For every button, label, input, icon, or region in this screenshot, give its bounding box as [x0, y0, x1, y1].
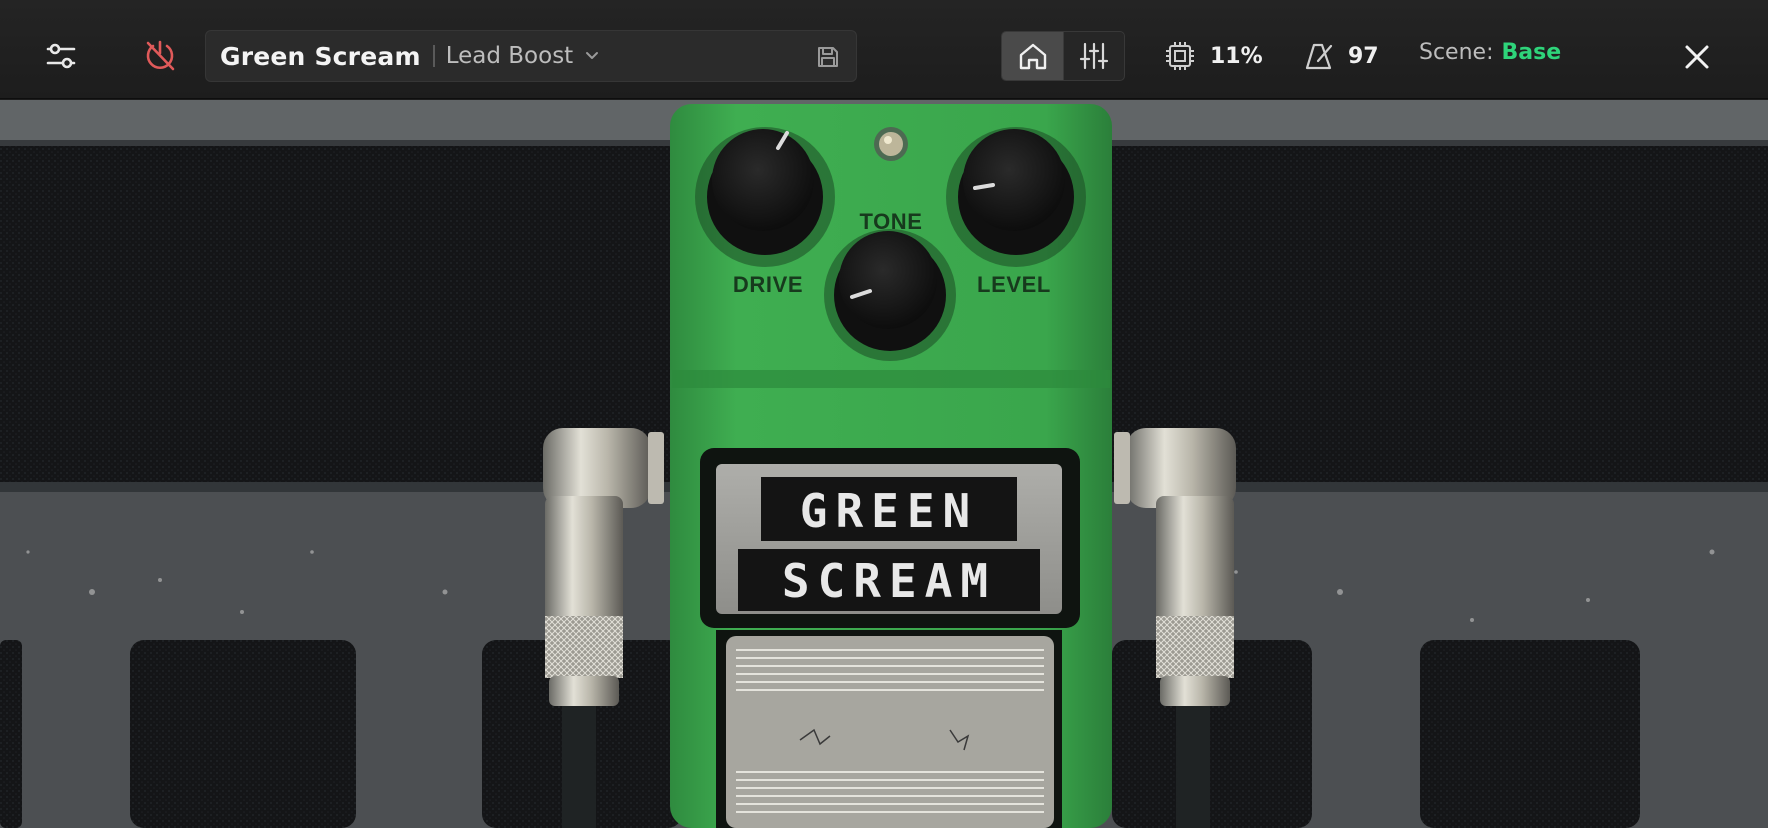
- preset-divider: [432, 45, 435, 67]
- cpu-meter: 11%: [1164, 36, 1263, 76]
- home-icon: [1019, 43, 1046, 70]
- pedal-label-line1: GREEN: [800, 484, 978, 538]
- metronome-icon: [1305, 43, 1333, 70]
- top-toolbar: Green Scream Lead Boost 11% 97 Scene: Ba…: [0, 0, 1768, 99]
- preset-name: Green Scream: [220, 41, 421, 71]
- level-label: LEVEL: [977, 272, 1051, 297]
- pedal-scene: DRIVE TONE LEVEL GREEN SCREAM: [0, 100, 1768, 828]
- settings-button[interactable]: [38, 36, 84, 76]
- sliders-icon: [46, 43, 76, 69]
- footswitch[interactable]: [716, 630, 1062, 828]
- close-button[interactable]: [1680, 40, 1714, 74]
- tone-knob[interactable]: [824, 229, 956, 361]
- scene-selector[interactable]: Scene: Base: [1419, 40, 1561, 65]
- bypass-toggle[interactable]: [136, 34, 184, 78]
- mixer-icon: [1079, 42, 1109, 70]
- chevron-down-icon: [585, 47, 603, 65]
- drive-label: DRIVE: [733, 272, 803, 297]
- view-toggle: [1001, 31, 1125, 81]
- power-off-icon: [146, 40, 175, 71]
- scene-label: Scene:: [1419, 40, 1494, 65]
- pedal-label-line2: SCREAM: [782, 554, 996, 608]
- tempo-display[interactable]: 97: [1304, 36, 1379, 76]
- save-icon: [818, 47, 838, 67]
- scene-value: Base: [1501, 40, 1562, 65]
- tempo-value: 97: [1348, 43, 1379, 69]
- mixer-view-button[interactable]: [1063, 32, 1124, 80]
- preset-selector[interactable]: Green Scream Lead Boost: [205, 30, 857, 82]
- home-view-button[interactable]: [1002, 32, 1063, 80]
- level-knob[interactable]: [946, 127, 1086, 267]
- cpu-icon: [1166, 42, 1194, 70]
- close-icon: [1685, 45, 1709, 69]
- tone-label: TONE: [859, 209, 922, 234]
- preset-variant: Lead Boost: [445, 43, 574, 69]
- pedal-label-plate: GREEN SCREAM: [700, 448, 1080, 628]
- cpu-value: 11%: [1210, 43, 1263, 69]
- drive-knob[interactable]: [695, 127, 835, 267]
- pedal-stage: DRIVE TONE LEVEL GREEN SCREAM: [0, 100, 1768, 828]
- save-preset-button[interactable]: [814, 43, 842, 71]
